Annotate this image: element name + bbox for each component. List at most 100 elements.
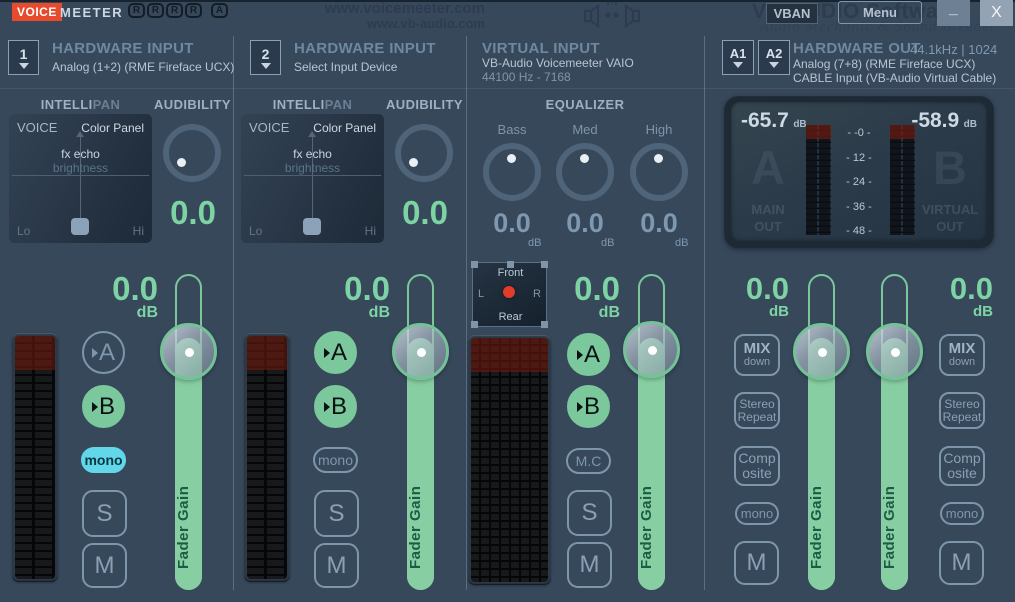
intellipan-handle[interactable] [71, 218, 89, 235]
macro-button-r4[interactable]: R [185, 3, 202, 18]
scale-tick: - 24 - [846, 176, 872, 188]
selector-label: A1 [729, 46, 747, 61]
pan-position-dot[interactable] [503, 286, 515, 298]
mute-button[interactable]: M [82, 543, 127, 588]
intellipan-mode: VOICE [249, 120, 290, 135]
fader-knob[interactable] [866, 323, 923, 380]
intellipan-mode: VOICE [17, 120, 58, 135]
macro-button-a[interactable]: A [211, 3, 228, 18]
macro-button-r3[interactable]: R [166, 3, 183, 18]
macro-label: R [170, 5, 179, 16]
eq-band-unit: dB [528, 237, 542, 249]
strip-device[interactable]: Analog (1+2) (RME Fireface UCX) [52, 60, 234, 74]
eq-band-name: Bass [497, 122, 527, 137]
audibility-knob[interactable] [395, 124, 453, 182]
eq-med-knob[interactable] [556, 143, 614, 201]
solo-button[interactable]: S [82, 490, 127, 537]
knob-indicator-dot [817, 347, 827, 357]
fx-echo-label: fx echo [293, 147, 332, 161]
pan-axis-hline [244, 175, 381, 176]
composite-label-1: Comp [738, 450, 776, 467]
stereo-repeat-button[interactable]: Stereo Repeat [939, 392, 985, 429]
solo-label: S [96, 499, 113, 527]
mixdown-label-1: MIX [948, 340, 976, 358]
input-select-button-2[interactable]: 2 [250, 40, 281, 75]
eq-high-knob[interactable] [630, 143, 688, 201]
output-select-button-a2[interactable]: A2 [758, 40, 790, 75]
mono-button[interactable]: mono [940, 502, 984, 525]
watermark-url-1: www.voicemeeter.com [324, 0, 485, 17]
route-b-button[interactable]: B [82, 385, 125, 428]
mixdown-button[interactable]: MIX down [734, 334, 780, 376]
fader-knob[interactable] [623, 321, 680, 378]
fader-knob[interactable] [793, 323, 850, 380]
output-select-button-a1[interactable]: A1 [722, 40, 754, 75]
equalizer-label: EQUALIZER [545, 97, 625, 112]
mono-button[interactable]: mono [735, 502, 779, 525]
mc-button[interactable]: M.C [566, 448, 611, 474]
route-a-button[interactable]: A [567, 333, 610, 376]
main-out-caption: MAIN OUT [733, 202, 803, 236]
mixdown-button[interactable]: MIX down [939, 334, 985, 376]
intellipan-label-rest: PAN [92, 97, 121, 112]
voicemeeter-window: VOICE MEETER R R R R A www.voicemeeter.c… [0, 0, 1015, 602]
intellipan-label-bold: INTELLI [272, 97, 325, 112]
stereo-repeat-button[interactable]: Stereo Repeat [734, 392, 780, 429]
route-a-button[interactable]: A [314, 331, 357, 374]
mute-button[interactable]: M [939, 541, 984, 585]
bus-device-b[interactable]: CABLE Input (VB-Audio Virtual Cable) [793, 71, 996, 85]
intellipan-label-rest: PAN [324, 97, 353, 112]
minimize-button[interactable]: _ [937, 0, 970, 26]
bus-a-gain-value: 0.0 [745, 271, 789, 306]
eq-band-unit: dB [601, 237, 615, 249]
intellipan-pad[interactable]: VOICE Color Panel fx echo brightness Lo … [9, 114, 152, 243]
route-a-label: A [583, 340, 600, 368]
mono-button[interactable]: mono [313, 447, 358, 473]
macro-button-r1[interactable]: R [128, 3, 145, 18]
mute-button[interactable]: M [734, 541, 779, 585]
main-out-caption-1: MAIN [751, 202, 785, 217]
fader-knob[interactable] [392, 323, 449, 380]
route-arrow-icon [91, 401, 98, 412]
intellipan-handle[interactable] [303, 218, 321, 235]
bus-a-meter [806, 125, 831, 235]
fader-caption: Fader Gain [808, 485, 825, 569]
chevron-down-icon [260, 62, 271, 69]
fader-knob[interactable] [160, 323, 217, 380]
route-a-button[interactable]: A [82, 331, 125, 374]
eq-bass-knob[interactable] [483, 143, 541, 201]
pan-front-label: Front [497, 267, 524, 279]
bus-b-gain-unit: dB [973, 303, 993, 320]
menu-button[interactable]: Menu [838, 1, 922, 24]
mute-button[interactable]: M [567, 542, 612, 588]
composite-button[interactable]: Comp osite [939, 446, 985, 486]
surround-pan-pad[interactable]: Front Rear L R [471, 261, 548, 328]
mono-label: mono [945, 506, 979, 521]
solo-button[interactable]: S [314, 490, 359, 537]
intellipan-pad[interactable]: VOICE Color Panel fx echo brightness Lo … [241, 114, 384, 243]
fader-caption: Fader Gain [638, 485, 655, 569]
composite-label-2: osite [947, 465, 977, 481]
knob-indicator-dot [416, 347, 426, 357]
close-button[interactable]: X [980, 0, 1013, 26]
mute-label: M [579, 551, 600, 578]
bus-device-a[interactable]: Analog (7+8) (RME Fireface UCX) [793, 57, 975, 71]
strip-device[interactable]: Select Input Device [294, 60, 397, 74]
stereo-repeat-label-1: Stereo [739, 396, 775, 411]
input-select-button-1[interactable]: 1 [8, 40, 39, 75]
mute-label: M [746, 549, 767, 576]
route-b-button[interactable]: B [314, 385, 357, 428]
color-panel-link[interactable]: Color Panel [81, 121, 144, 135]
mono-button[interactable]: mono [81, 447, 126, 473]
route-b-button[interactable]: B [567, 385, 610, 428]
route-arrow-icon [576, 349, 583, 360]
mute-button[interactable]: M [314, 543, 359, 588]
audibility-knob[interactable] [163, 124, 221, 182]
solo-button[interactable]: S [567, 490, 612, 536]
eq-band-unit: dB [675, 237, 689, 249]
vban-button[interactable]: VBAN [766, 3, 818, 24]
scale-tick: - 36 - [846, 201, 872, 213]
macro-button-r2[interactable]: R [147, 3, 164, 18]
composite-button[interactable]: Comp osite [734, 446, 780, 486]
color-panel-link[interactable]: Color Panel [313, 121, 376, 135]
